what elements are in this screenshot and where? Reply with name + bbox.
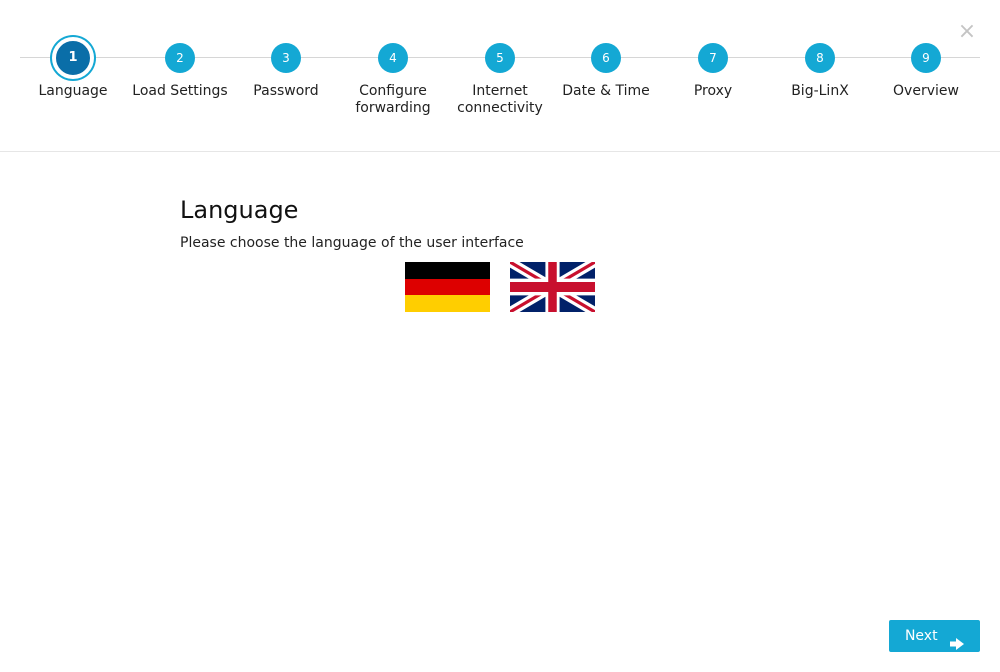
setup-wizard: × 1 Language 2 Load Settings 3 Password … — [0, 0, 1000, 672]
step-label: Configure forwarding — [355, 83, 431, 116]
step-number: 1 — [52, 37, 94, 79]
step-proxy[interactable]: 7 Proxy — [653, 0, 773, 116]
step-internet-connectivity[interactable]: 5 Internet connectivity — [440, 0, 560, 116]
step-label: Internet connectivity — [457, 83, 543, 116]
step-number: 7 — [698, 43, 728, 73]
next-button[interactable]: Next — [889, 620, 980, 652]
step-label: Big-LinX — [791, 83, 849, 99]
step-number: 6 — [591, 43, 621, 73]
step-label: Password — [253, 83, 319, 99]
step-date-time[interactable]: 6 Date & Time — [546, 0, 666, 116]
step-number: 2 — [165, 43, 195, 73]
step-password[interactable]: 3 Password — [226, 0, 346, 116]
page-description: Please choose the language of the user i… — [180, 235, 524, 251]
arrow-right-icon — [950, 630, 965, 650]
main-content: Language Please choose the language of t… — [180, 195, 820, 252]
step-big-linx[interactable]: 8 Big-LinX — [760, 0, 880, 116]
step-number: 3 — [271, 43, 301, 73]
step-number: 8 — [805, 43, 835, 73]
uk-flag-icon[interactable] — [510, 262, 595, 312]
step-number: 5 — [485, 43, 515, 73]
step-number: 4 — [378, 43, 408, 73]
step-label: Overview — [893, 83, 959, 99]
wizard-stepper: 1 Language 2 Load Settings 3 Password 4 … — [20, 0, 980, 152]
step-overview[interactable]: 9 Overview — [866, 0, 986, 116]
step-load-settings[interactable]: 2 Load Settings — [120, 0, 240, 116]
step-label: Load Settings — [132, 83, 228, 99]
next-button-label: Next — [904, 628, 938, 644]
german-flag-icon[interactable] — [405, 262, 490, 312]
step-label: Proxy — [693, 83, 733, 99]
step-number: 9 — [911, 43, 941, 73]
page-title: Language — [180, 196, 299, 224]
step-label: Date & Time — [562, 83, 650, 99]
header-divider — [0, 151, 1000, 152]
step-label: Language — [38, 83, 108, 99]
step-configure-forwarding[interactable]: 4 Configure forwarding — [333, 0, 453, 116]
step-language[interactable]: 1 Language — [13, 0, 133, 116]
